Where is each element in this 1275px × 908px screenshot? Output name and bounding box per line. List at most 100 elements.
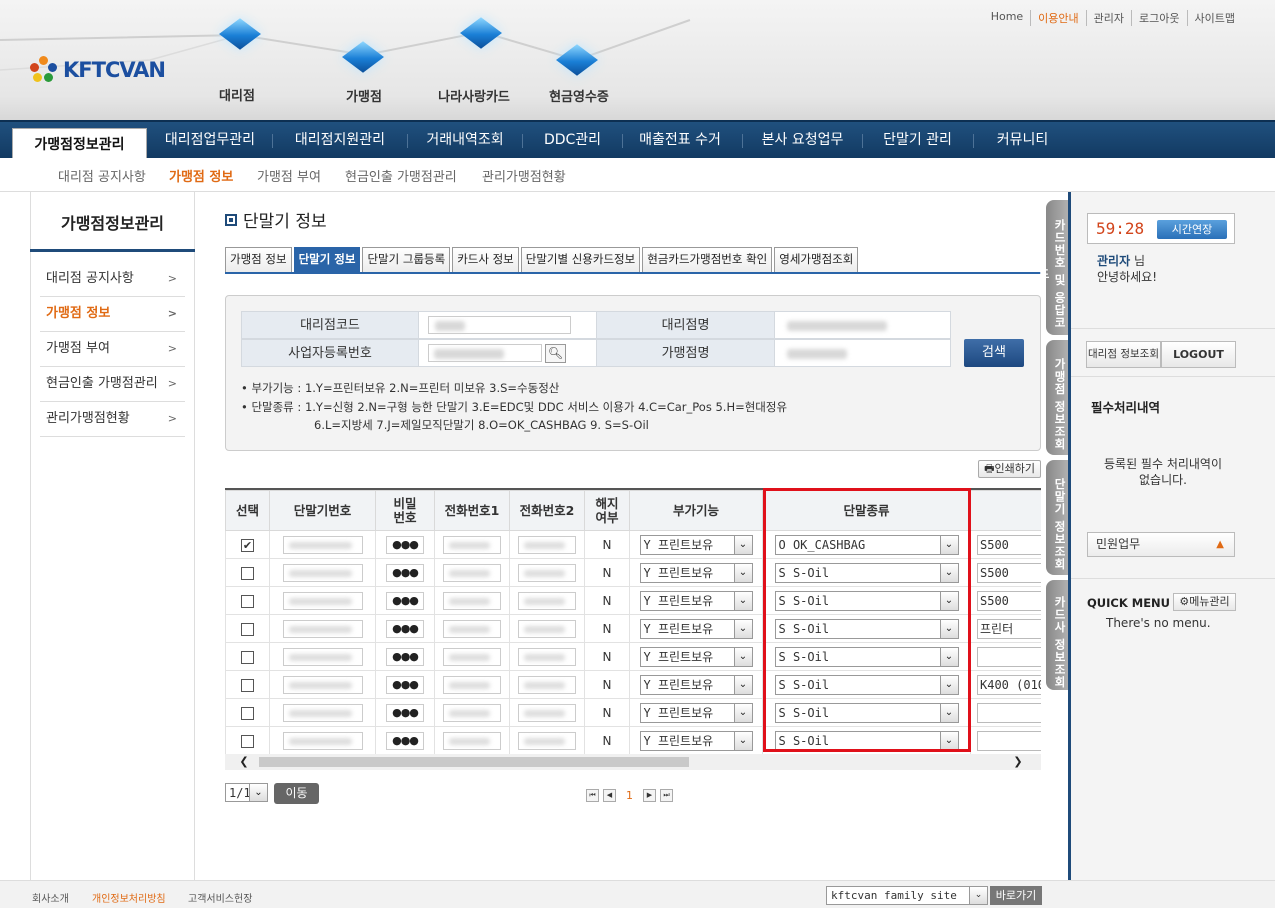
nav-community[interactable]: 커뮤니티: [975, 122, 1070, 158]
phone2-input[interactable]: [518, 647, 576, 666]
row-checkbox[interactable]: [241, 566, 254, 580]
search-button[interactable]: 검색: [964, 339, 1024, 367]
scroll-right-icon[interactable]: ❯: [1009, 754, 1027, 770]
phone2-input[interactable]: [518, 563, 576, 582]
model-input[interactable]: K400 (010-2: [977, 674, 1041, 695]
prev-page-icon[interactable]: ◀: [603, 789, 616, 802]
horizontal-scrollbar[interactable]: ❮ ❯: [225, 754, 1041, 770]
phone1-input[interactable]: [443, 619, 501, 638]
phone1-input[interactable]: [443, 647, 501, 666]
nav-hq-request[interactable]: 본사 요청업무: [745, 122, 860, 158]
addon-select[interactable]: Y 프린트보유 ⌄: [639, 534, 753, 555]
password-field[interactable]: ●●●: [386, 675, 424, 694]
tab-merchant-info[interactable]: 가맹점 정보: [225, 247, 292, 272]
vtab-merchant-lookup[interactable]: 가맹점 정보조회: [1046, 340, 1068, 455]
left-item-managed-status[interactable]: 관리가맹점현황 >: [40, 402, 185, 437]
print-button[interactable]: 🖶︎인쇄하기: [978, 460, 1041, 478]
last-page-icon[interactable]: ⏭: [660, 789, 673, 802]
terminal-no-input[interactable]: [282, 731, 363, 750]
password-field[interactable]: ●●●: [386, 647, 424, 666]
row-checkbox[interactable]: [241, 650, 254, 664]
nav-sales-slip[interactable]: 매출전표 수거: [625, 122, 735, 158]
tab-card-company[interactable]: 카드사 정보: [452, 247, 519, 272]
util-home-link[interactable]: Home: [984, 10, 1030, 26]
search-magnifier-icon[interactable]: 🔍︎: [545, 344, 566, 363]
nav-agency-work[interactable]: 대리점업무관리: [150, 122, 270, 158]
nav-merchant-info[interactable]: 가맹점정보관리: [12, 128, 147, 160]
go-button[interactable]: 바로가기: [990, 886, 1042, 905]
util-logout-link[interactable]: 로그아웃: [1131, 10, 1186, 26]
page-select[interactable]: 1/1 ⌄: [225, 783, 268, 802]
util-admin-link[interactable]: 관리자: [1085, 10, 1131, 26]
model-input[interactable]: S500: [977, 534, 1041, 555]
tab-terminal-group[interactable]: 단말기 그룹등록: [362, 247, 451, 272]
row-checkbox[interactable]: [241, 706, 254, 720]
phone1-input[interactable]: [443, 675, 501, 694]
phone1-input[interactable]: [443, 731, 501, 750]
subnav-merchant-info[interactable]: 가맹점 정보: [169, 166, 233, 185]
cube-label-merchant[interactable]: 가맹점: [304, 86, 424, 105]
password-field[interactable]: ●●●: [386, 619, 424, 638]
nav-terminal[interactable]: 단말기 관리: [865, 122, 970, 158]
addon-select[interactable]: Y 프린트보유 ⌄: [639, 730, 753, 751]
footer-charter-link[interactable]: 고객서비스헌장: [188, 890, 252, 905]
row-checkbox[interactable]: [241, 622, 254, 636]
model-input[interactable]: [977, 646, 1041, 667]
nav-ddc[interactable]: DDC관리: [525, 122, 620, 158]
cube-label-cash-receipt[interactable]: 현금영수증: [519, 86, 639, 105]
addon-select[interactable]: Y 프린트보유 ⌄: [639, 702, 753, 723]
terminal-no-input[interactable]: [282, 703, 363, 722]
password-field[interactable]: ●●●: [386, 731, 424, 750]
row-checkbox[interactable]: ✔: [241, 538, 254, 552]
row-checkbox[interactable]: [241, 594, 254, 608]
first-page-icon[interactable]: ⏮: [586, 789, 599, 802]
password-field[interactable]: ●●●: [386, 563, 424, 582]
addon-select[interactable]: Y 프린트보유 ⌄: [639, 646, 753, 667]
subnav-merchant-assign[interactable]: 가맹점 부여: [257, 166, 321, 185]
nav-agency-support[interactable]: 대리점지원관리: [275, 122, 405, 158]
left-item-merchant-assign[interactable]: 가맹점 부여 >: [40, 332, 185, 367]
phone2-input[interactable]: [518, 591, 576, 610]
tab-cash-card-number[interactable]: 현금카드가맹점번호 확인: [642, 247, 773, 272]
addon-select[interactable]: Y 프린트보유 ⌄: [639, 562, 753, 583]
minwon-dropdown[interactable]: 민원업무 ▲: [1087, 532, 1235, 557]
footer-privacy-link[interactable]: 개인정보처리방침: [92, 890, 166, 905]
vtab-card-response[interactable]: 카드번호 및 응답코드: [1037, 200, 1068, 335]
nav-transactions[interactable]: 거래내역조회: [410, 122, 520, 158]
logo[interactable]: KFTCVAN: [30, 55, 166, 85]
left-item-agency-notice[interactable]: 대리점 공지사항 >: [40, 262, 185, 297]
phone2-input[interactable]: [518, 675, 576, 694]
password-field[interactable]: ●●●: [386, 703, 424, 722]
left-item-merchant-info[interactable]: 가맹점 정보 >: [40, 297, 185, 332]
password-field[interactable]: ●●●: [386, 535, 424, 554]
row-checkbox[interactable]: [241, 678, 254, 692]
scroll-thumb[interactable]: [259, 757, 689, 767]
subnav-agency-notice[interactable]: 대리점 공지사항: [58, 166, 146, 185]
addon-select[interactable]: Y 프린트보유 ⌄: [639, 590, 753, 611]
phone1-input[interactable]: [443, 563, 501, 582]
model-input[interactable]: [977, 702, 1041, 723]
agency-code-input[interactable]: [428, 316, 571, 334]
logout-button[interactable]: LOGOUT: [1161, 341, 1236, 368]
terminal-no-input[interactable]: [282, 535, 363, 554]
phone2-input[interactable]: [518, 703, 576, 722]
password-field[interactable]: ●●●: [386, 591, 424, 610]
extend-time-button[interactable]: 시간연장: [1157, 220, 1227, 239]
phone2-input[interactable]: [518, 535, 576, 554]
row-checkbox[interactable]: [241, 734, 254, 748]
util-guide-link[interactable]: 이용안내: [1030, 10, 1085, 26]
cube-label-narasarang[interactable]: 나라사랑카드: [414, 86, 534, 105]
terminal-no-input[interactable]: [282, 675, 363, 694]
phone2-input[interactable]: [518, 731, 576, 750]
agency-info-button[interactable]: 대리점 정보조회: [1086, 341, 1161, 368]
addon-select[interactable]: Y 프린트보유 ⌄: [639, 674, 753, 695]
tab-terminal-info[interactable]: 단말기 정보: [293, 247, 361, 272]
move-button[interactable]: 이동: [274, 783, 319, 804]
phone1-input[interactable]: [443, 703, 501, 722]
model-input[interactable]: 프린터: [977, 618, 1041, 639]
footer-about-link[interactable]: 회사소개: [32, 890, 69, 905]
terminal-no-input[interactable]: [282, 591, 363, 610]
vtab-card-company-lookup[interactable]: 카드사 정보조회: [1046, 580, 1068, 690]
family-site-select[interactable]: kftcvan family site ⌄: [826, 886, 988, 905]
next-page-icon[interactable]: ▶: [643, 789, 656, 802]
